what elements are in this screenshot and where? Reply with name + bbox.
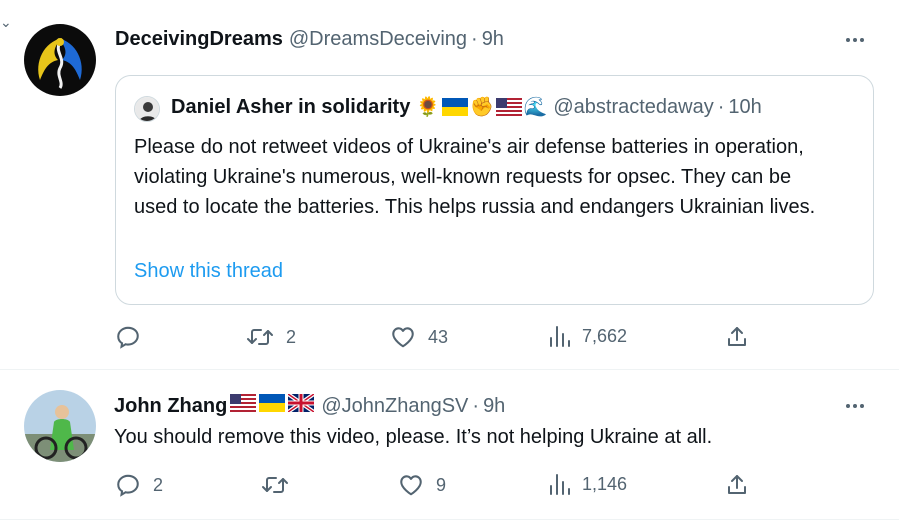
uk-flag-icon — [288, 394, 315, 412]
user-handle[interactable]: @DreamsDeceiving — [289, 28, 467, 51]
quote-avatar[interactable] — [134, 96, 160, 122]
timestamp[interactable]: 9h — [483, 395, 505, 418]
heart-icon — [392, 327, 414, 348]
us-flag-icon — [495, 98, 522, 116]
us-flag-icon — [230, 394, 257, 412]
share-button[interactable] — [725, 472, 749, 498]
quoted-tweet[interactable]: Daniel Asher in solidarity 🌻 ✊ 🌊 @abstra… — [115, 75, 874, 305]
views-icon — [550, 326, 570, 347]
reply-icon — [117, 326, 139, 349]
separator: · — [717, 95, 725, 118]
views-count: 7,662 — [582, 325, 628, 346]
like-count: 9 — [436, 474, 447, 495]
sunflower-emoji: 🌻 — [416, 97, 440, 118]
tweet-header: John Zhang @JohnZhangSV · 9h — [114, 394, 505, 418]
views-button[interactable]: 1,146 — [548, 472, 627, 496]
share-icon — [728, 327, 746, 346]
name-emojis — [229, 394, 315, 412]
like-button[interactable]: 43 — [390, 324, 448, 350]
views-count: 1,146 — [582, 473, 628, 494]
display-name[interactable]: John Zhang — [114, 395, 227, 418]
reply-button[interactable]: 2 — [115, 472, 163, 498]
like-button[interactable]: 9 — [398, 472, 446, 498]
reply-count: 2 — [153, 474, 164, 495]
display-name[interactable]: DeceivingDreams — [115, 28, 283, 51]
quote-timestamp[interactable]: 10h — [728, 96, 761, 119]
show-thread-link[interactable]: Show this thread — [134, 260, 283, 283]
quote-text: Please do not retweet videos of Ukraine'… — [134, 136, 816, 218]
retweet-icon — [247, 329, 273, 345]
views-icon — [550, 474, 570, 495]
like-count: 43 — [428, 326, 449, 347]
ukraine-flag-icon — [259, 394, 286, 412]
name-emojis: 🌻 ✊ 🌊 — [416, 95, 547, 119]
heart-icon — [400, 475, 422, 496]
separator: · — [471, 28, 478, 50]
retweet-button[interactable]: 2 — [246, 324, 296, 350]
tweet[interactable]: John Zhang @JohnZhangSV · 9h You should … — [0, 370, 899, 520]
retweet-button[interactable] — [261, 472, 301, 498]
views-button[interactable]: 7,662 — [548, 324, 627, 348]
more-icon[interactable] — [841, 30, 869, 50]
retweet-count: 2 — [286, 326, 297, 347]
tweet-actions: 2 9 1,146 — [0, 472, 899, 502]
fist-emoji: ✊ — [470, 97, 494, 118]
reply-icon — [117, 474, 139, 497]
tweet[interactable]: ⌄ DeceivingDreams @DreamsDeceiving · 9h … — [0, 0, 899, 370]
quote-user-handle[interactable]: @abstractedaway — [553, 96, 713, 119]
user-handle[interactable]: @JohnZhangSV — [321, 395, 468, 418]
more-icon[interactable] — [841, 396, 869, 416]
ukraine-flag-icon — [442, 98, 468, 116]
tweet-text: You should remove this video, please. It… — [114, 426, 713, 448]
reply-button[interactable] — [115, 324, 153, 350]
quote-header: Daniel Asher in solidarity 🌻 ✊ 🌊 @abstra… — [171, 95, 762, 119]
retweet-icon — [262, 477, 288, 493]
caret-icon: ⌄ — [0, 14, 12, 30]
avatar[interactable] — [24, 390, 96, 462]
wave-emoji: 🌊 — [523, 97, 548, 118]
separator: · — [472, 395, 480, 417]
avatar[interactable] — [24, 24, 96, 96]
tweet-actions: 2 43 7,662 — [0, 324, 899, 354]
share-icon — [728, 475, 746, 494]
tweet-header: DeceivingDreams @DreamsDeceiving · 9h — [115, 28, 504, 51]
timestamp[interactable]: 9h — [482, 28, 504, 51]
quote-display-name[interactable]: Daniel Asher in solidarity — [171, 96, 410, 119]
share-button[interactable] — [725, 324, 749, 350]
